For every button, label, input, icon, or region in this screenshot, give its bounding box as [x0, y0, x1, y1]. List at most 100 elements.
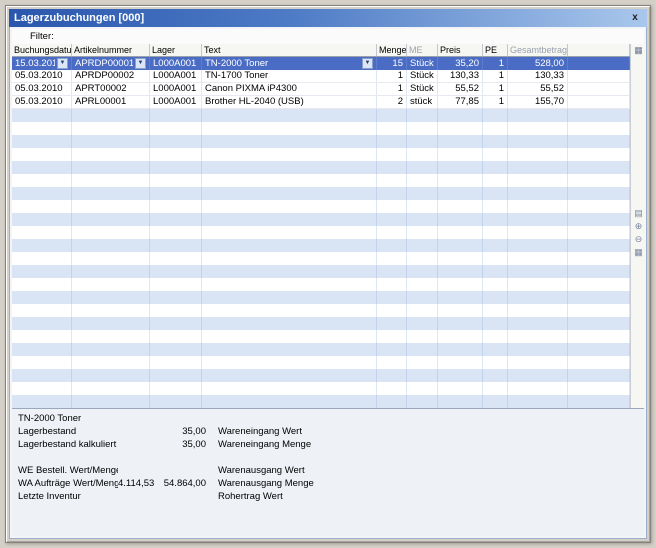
window-title: Lagerzubuchungen [000] [14, 12, 628, 24]
empty-row [12, 265, 630, 278]
summary-value-1 [118, 451, 154, 464]
summary-label: Letzte Inventur [18, 490, 118, 503]
empty-row [12, 278, 630, 291]
empty-row [12, 252, 630, 265]
summary-right-label: Wareneingang Wert [218, 425, 644, 438]
cell-pe: 1 [486, 70, 504, 82]
dropdown-arrow-icon[interactable]: ▼ [57, 58, 68, 69]
title-bar[interactable]: Lagerzubuchungen [000] x [9, 9, 647, 27]
cell-preis: 55,52 [441, 83, 479, 95]
column-header-buchungsdatum[interactable]: Buchungsdatum [12, 44, 72, 56]
column-header-me[interactable]: ME [407, 44, 438, 56]
cell-preis: 35,20 [441, 58, 479, 70]
cell-menge: 2 [380, 96, 403, 108]
summary-value-2: 54.864,00 [154, 477, 206, 490]
dropdown-arrow-icon[interactable]: ▼ [135, 58, 146, 69]
empty-row [12, 122, 630, 135]
cell-menge: 15 [380, 58, 403, 70]
summary-gap [206, 438, 218, 451]
summary-rows: Lagerbestand35,00Wareneingang WertLagerb… [18, 425, 644, 503]
summary-value-1 [118, 438, 154, 451]
grid-icon[interactable]: ▦ [632, 246, 646, 259]
dropdown-arrow-icon[interactable]: ▼ [362, 58, 373, 69]
column-header-artikelnummer[interactable]: Artikelnummer [72, 44, 150, 56]
cell-lager: L000A001 [153, 83, 198, 95]
table-row[interactable]: 05.03.2010APRDP00002L000A001TN-1700 Tone… [12, 70, 630, 83]
cell-gesamtbetrag: 155,70 [511, 96, 564, 108]
cell-text: Brother HL-2040 (USB) [205, 96, 373, 108]
empty-row [12, 239, 630, 252]
summary-value-2: 35,00 [154, 438, 206, 451]
summary-label: WE Bestell. Wert/Menge [18, 464, 118, 477]
summary-row: Lagerbestand35,00Wareneingang Wert [18, 425, 644, 438]
summary-right-label [218, 451, 644, 464]
summary-gap [206, 477, 218, 490]
close-icon[interactable]: x [628, 12, 642, 25]
cell-gesamtbetrag: 528,00 [511, 58, 564, 70]
cell-lager: L000A001 [153, 96, 198, 108]
table-row[interactable]: 05.03.2010APRL00001L000A001Brother HL-20… [12, 96, 630, 109]
column-header-pe[interactable]: PE [483, 44, 508, 56]
scrollbar-track[interactable]: ▦ ▤⊕⊖▦ [630, 44, 646, 408]
empty-row [12, 356, 630, 369]
column-header-text[interactable]: Text [202, 44, 377, 56]
cell-gesamtbetrag: 55,52 [511, 83, 564, 95]
cell-text: Canon PIXMA iP4300 [205, 83, 373, 95]
summary-right-label: Wareneingang Menge [218, 438, 644, 451]
empty-row [12, 304, 630, 317]
cell-pe: 1 [486, 58, 504, 70]
empty-row [12, 330, 630, 343]
cell-me: Stück [410, 58, 434, 70]
cell-menge: 1 [380, 70, 403, 82]
table-row[interactable]: 05.03.2010APRT00002L000A001Canon PIXMA i… [12, 83, 630, 96]
summary-gap [206, 490, 218, 503]
cell-menge: 1 [380, 83, 403, 95]
summary-value-1 [118, 464, 154, 477]
grid-main: BuchungsdatumArtikelnummerLagerTextMenge… [12, 44, 630, 408]
summary-label [18, 451, 118, 464]
column-header-filler[interactable] [568, 44, 630, 56]
summary-label: WA Aufträge Wert/Menge [18, 477, 118, 490]
summary-row: WE Bestell. Wert/Menge Warenausgang Wert [18, 464, 644, 477]
side-toolbar: ▤⊕⊖▦ [632, 207, 646, 259]
cell-text: TN-1700 Toner [205, 70, 373, 82]
summary-article-title: TN-2000 Toner [18, 412, 644, 425]
zoom-out-icon[interactable]: ⊖ [632, 233, 646, 246]
cell-preis: 77,85 [441, 96, 479, 108]
grid-header-row: BuchungsdatumArtikelnummerLagerTextMenge… [12, 44, 630, 57]
column-header-gesamtbetrag[interactable]: Gesamtbetrag [508, 44, 568, 56]
empty-row [12, 343, 630, 356]
window-content: Filter: BuchungsdatumArtikelnummerLagerT… [9, 27, 647, 539]
zoom-in-icon[interactable]: ⊕ [632, 220, 646, 233]
cell-text: TN-2000 Toner [205, 58, 360, 70]
summary-gap [206, 464, 218, 477]
cell-artikelnummer: APRDP00002 [75, 70, 146, 82]
empty-row [12, 382, 630, 395]
summary-row: Lagerbestand kalkuliert 35,00 Wareneingang… [18, 438, 644, 451]
filter-bar[interactable]: Filter: [12, 29, 644, 44]
grid-body: 15.03.2010▼APRDP00001▼L000A001TN-2000 To… [12, 57, 630, 408]
summary-value-2 [154, 464, 206, 477]
cell-pe: 1 [486, 83, 504, 95]
summary-row: WA Aufträge Wert/Menge4.114,5354.864,00W… [18, 477, 644, 490]
filter-label: Filter: [30, 31, 54, 42]
cell-me: Stück [410, 83, 434, 95]
app-window: Lagerzubuchungen [000] x Filter: Buchung… [5, 5, 651, 543]
summary-value-2 [154, 490, 206, 503]
summary-row [18, 451, 644, 464]
cell-artikelnummer: APRL00001 [75, 96, 146, 108]
table-row[interactable]: 15.03.2010▼APRDP00001▼L000A001TN-2000 To… [12, 57, 630, 70]
summary-label: Lagerbestand kalkuliert [18, 438, 118, 451]
cell-artikelnummer: APRT00002 [75, 83, 146, 95]
table-options-icon[interactable]: ▦ [634, 44, 643, 57]
cell-artikelnummer: APRDP00001 [75, 58, 133, 70]
cell-lager: L000A001 [153, 58, 198, 70]
summary-value-1 [118, 425, 154, 438]
cell-me: Stück [410, 70, 434, 82]
column-header-preis[interactable]: Preis [438, 44, 483, 56]
column-header-menge[interactable]: Menge [377, 44, 407, 56]
summary-right-label: Warenausgang Wert [218, 464, 644, 477]
column-header-lager[interactable]: Lager [150, 44, 202, 56]
list-icon[interactable]: ▤ [632, 207, 646, 220]
empty-row [12, 226, 630, 239]
